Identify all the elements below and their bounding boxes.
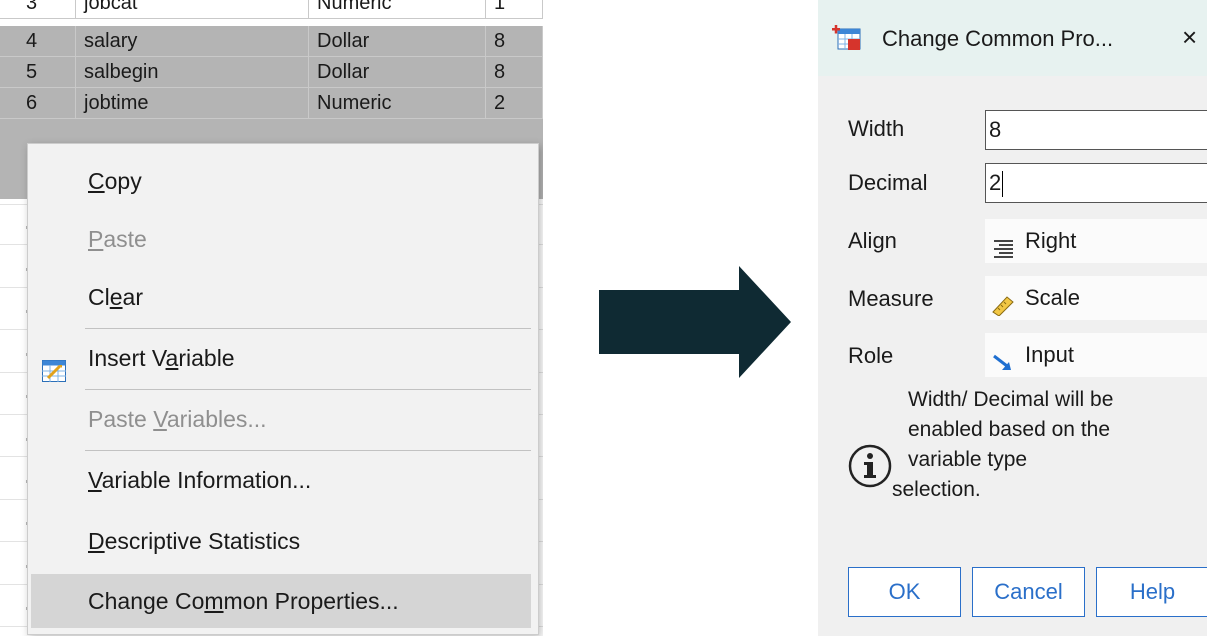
dialog-app-icon [832, 25, 862, 51]
variable-width-cell[interactable]: 8 [486, 26, 543, 56]
menu-mnemonic: D [88, 528, 105, 554]
menu-item-paste-variables[interactable]: Paste Variables... [31, 392, 531, 446]
menu-mnemonic: e [109, 284, 123, 310]
role-value: Input [1025, 342, 1074, 367]
menu-mnemonic: V [153, 406, 167, 432]
align-label: Align [848, 228, 897, 253]
menu-item-change-common-properties[interactable]: Change Common Properties... [31, 574, 531, 628]
width-label: Width [848, 116, 905, 141]
ruler-icon [991, 287, 1015, 317]
decimal-label: Decimal [848, 170, 928, 195]
close-icon[interactable]: × [1182, 22, 1197, 52]
align-right-icon [991, 230, 1015, 258]
right-arrow-icon [599, 266, 791, 378]
variable-width-cell[interactable]: 2 [486, 88, 543, 118]
row-number: 6 [0, 88, 76, 118]
menu-mnemonic: a [165, 345, 179, 371]
context-menu: Copy Paste Clear Insert Variable Paste V… [27, 143, 539, 635]
cancel-button[interactable]: Cancel [972, 567, 1085, 617]
dialog-title: Change Common Pro... [882, 26, 1114, 51]
menu-separator [85, 328, 531, 329]
row-number: 3 [0, 0, 76, 18]
variable-width-cell[interactable]: 1 [486, 0, 543, 18]
decimal-field[interactable]: 2 [985, 163, 1207, 203]
row-number: 5 [0, 57, 76, 87]
variable-name-cell[interactable]: salary [76, 26, 309, 56]
align-value: Right [1025, 228, 1077, 253]
menu-item-clear[interactable]: Clear [31, 270, 531, 324]
menu-mnemonic: P [88, 226, 104, 252]
table-row[interactable]: 4 salary Dollar 8 [0, 26, 543, 57]
change-common-properties-dialog: Change Common Pro... × Width 8 Decimal 2… [818, 0, 1207, 636]
dialog-titlebar[interactable]: Change Common Pro... × [818, 0, 1207, 76]
menu-mnemonic: C [88, 168, 105, 194]
insert-variable-icon [42, 347, 66, 382]
menu-item-insert-variable[interactable]: Insert Variable [31, 331, 531, 385]
table-row[interactable]: 6 jobtime Numeric 2 [0, 88, 543, 119]
variable-width-cell[interactable]: 8 [486, 57, 543, 87]
measure-value: Scale [1025, 285, 1081, 310]
menu-item-descriptive-statistics[interactable]: Descriptive Statistics [31, 514, 531, 568]
menu-separator [85, 389, 531, 390]
input-arrow-icon [991, 344, 1015, 370]
menu-separator [85, 450, 531, 451]
menu-item-copy[interactable]: Copy [31, 154, 531, 208]
table-row[interactable]: 3 jobcat Numeric 1 [0, 0, 543, 19]
help-button[interactable]: Help [1096, 567, 1207, 617]
measure-select[interactable]: Scale [985, 276, 1207, 320]
text-caret [1002, 171, 1004, 198]
variable-type-cell[interactable]: Dollar [309, 26, 486, 56]
variable-name-cell[interactable]: jobtime [76, 88, 309, 118]
variable-grid: 3 jobcat Numeric 1 4 salary Dollar 8 5 s… [0, 0, 543, 636]
width-field[interactable]: 8 [985, 110, 1207, 150]
align-select[interactable]: Right [985, 219, 1207, 263]
ok-button[interactable]: OK [848, 567, 961, 617]
row-number: 4 [0, 26, 76, 56]
variable-type-cell[interactable]: Dollar [309, 57, 486, 87]
role-select[interactable]: Input [985, 333, 1207, 377]
menu-item-variable-information[interactable]: Variable Information... [31, 453, 531, 507]
variable-type-cell[interactable]: Numeric [309, 0, 486, 18]
menu-item-paste[interactable]: Paste [31, 212, 531, 266]
menu-mnemonic: V [88, 467, 102, 493]
table-row[interactable]: 5 salbegin Dollar 8 [0, 57, 543, 88]
info-icon [848, 444, 892, 488]
menu-mnemonic: m [204, 588, 224, 614]
measure-label: Measure [848, 286, 934, 311]
variable-name-cell[interactable]: salbegin [76, 57, 309, 87]
role-label: Role [848, 343, 894, 368]
variable-type-cell[interactable]: Numeric [309, 88, 486, 118]
variable-name-cell[interactable]: jobcat [76, 0, 309, 18]
info-message: Width/ Decimal will be enabled based on … [892, 388, 1114, 501]
